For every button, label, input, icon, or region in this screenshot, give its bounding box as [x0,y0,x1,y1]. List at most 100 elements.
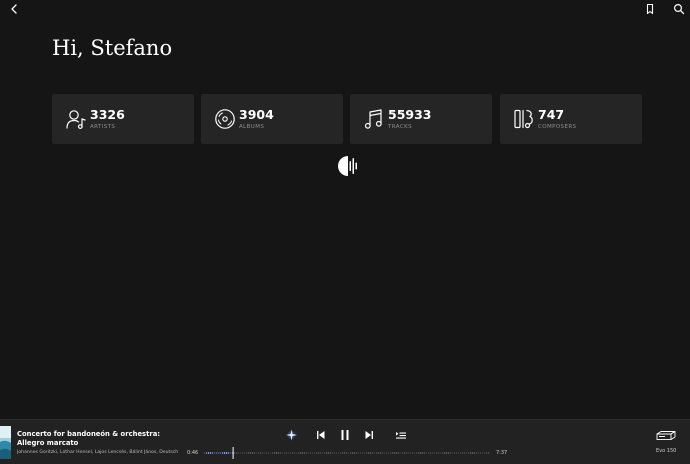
seek-wave-bar [362,452,364,454]
seek-wave-bar [480,452,482,454]
seek-wave-bar [276,452,278,454]
seek-wave-bar [226,452,228,454]
seek-wave-bar [382,452,384,454]
composers-label: COMPOSERS [538,124,577,130]
seek-wave-bar [290,452,292,454]
seek-wave-bar [488,452,490,454]
stat-card-artists[interactable]: 3326 ARTISTS [52,94,194,144]
seek-wave-bar [452,452,454,454]
seek-wave-bar [400,452,402,454]
streamer-device-icon[interactable] [655,430,677,442]
seek-wave-bar [394,452,396,454]
seek-wave-bar [220,452,222,454]
seek-wave-bar [372,452,374,454]
seek-wave-bar [348,452,350,454]
seek-wave-bar [356,452,358,454]
music-note-icon [363,108,385,130]
seek-wave-bar [438,452,440,454]
seek-wave-bar [388,452,390,454]
seek-wave-bar [216,452,218,454]
composers-count: 747 [538,107,565,122]
bookmark-icon[interactable] [643,2,657,16]
seek-wave-bar [340,452,342,454]
seek-wave-bar [386,452,388,454]
seek-wave-bar [258,452,260,454]
seek-wave-bar [336,452,338,454]
seek-wave-bar [218,452,220,454]
seek-playhead [232,447,234,459]
seek-wave-bar [208,452,210,454]
seek-wave-bar [342,452,344,454]
composer-icon [513,108,535,130]
seek-wave-bar [408,452,410,454]
seek-wave-bar [238,452,240,454]
album-icon [214,108,236,130]
pause-icon[interactable] [339,429,351,441]
stat-card-tracks[interactable]: 55933 TRACKS [350,94,492,144]
seek-wave-bar [300,452,302,454]
previous-icon[interactable] [315,429,326,441]
seek-wave-bar [234,452,236,454]
seek-wave-bar [330,452,332,454]
artist-icon [65,108,87,130]
radiance-icon[interactable] [285,429,298,441]
seek-wave-bar [306,452,308,454]
seek-wave-bar [458,452,460,454]
top-bar [0,0,690,18]
seek-wave-bar [364,452,366,454]
seek-wave-bar [274,452,276,454]
stat-card-composers[interactable]: 747 COMPOSERS [500,94,642,144]
seek-wave-bar [268,452,270,454]
seek-wave-bar [236,452,238,454]
greeting-title: Hi, Stefano [52,36,173,60]
stat-card-albums[interactable]: 3904 ALBUMS [201,94,343,144]
seek-wave-bar [450,452,452,454]
seek-wave-bar [224,452,226,454]
seek-bar[interactable] [204,447,490,459]
seek-wave-bar [294,452,296,454]
seek-wave-bar [206,452,208,454]
seek-wave-bar [282,452,284,454]
seek-wave-bar [222,452,224,454]
track-title[interactable]: Concerto for bandoneón & orchestra: Alle… [17,430,187,448]
search-icon[interactable] [672,2,686,16]
seek-wave-bar [366,452,368,454]
seek-wave-bar [378,452,380,454]
seek-wave-bar [374,452,376,454]
seek-wave-bar [482,452,484,454]
seek-wave-bar [424,452,426,454]
seek-wave-bar [352,452,354,454]
albums-label: ALBUMS [239,124,265,130]
seek-wave-bar [428,452,430,454]
seek-wave-bar [302,452,304,454]
seek-wave-bar [308,452,310,454]
seek-wave-bar [468,452,470,454]
seek-wave-bar [396,452,398,454]
seek-wave-bar [326,452,328,454]
seek-wave-bar [406,452,408,454]
seek-wave-bar [484,452,486,454]
back-icon[interactable] [7,2,21,16]
queue-icon[interactable] [395,429,407,441]
seek-wave-bar [432,452,434,454]
seek-wave-bar [380,452,382,454]
seek-wave-bar [466,452,468,454]
album-cover[interactable] [0,426,11,459]
seek-wave-bar [476,452,478,454]
seek-wave-bar [464,452,466,454]
device-name[interactable]: Evo 150 [656,448,686,454]
seek-wave-bar [350,452,352,454]
seek-wave-bar [460,452,462,454]
seek-wave-bar [446,452,448,454]
next-icon[interactable] [364,429,375,441]
seek-wave-bar [334,452,336,454]
track-artists[interactable]: Johannes Goritzki, Lothar Hensel, Lajos … [17,449,178,456]
seek-wave-bar [246,452,248,454]
seek-wave-bar [304,452,306,454]
seek-wave-bar [288,452,290,454]
seek-wave-bar [254,452,256,454]
seek-wave-bar [284,452,286,454]
seek-wave-bar [376,452,378,454]
seek-wave-bar [358,452,360,454]
seek-wave-bar [266,452,268,454]
